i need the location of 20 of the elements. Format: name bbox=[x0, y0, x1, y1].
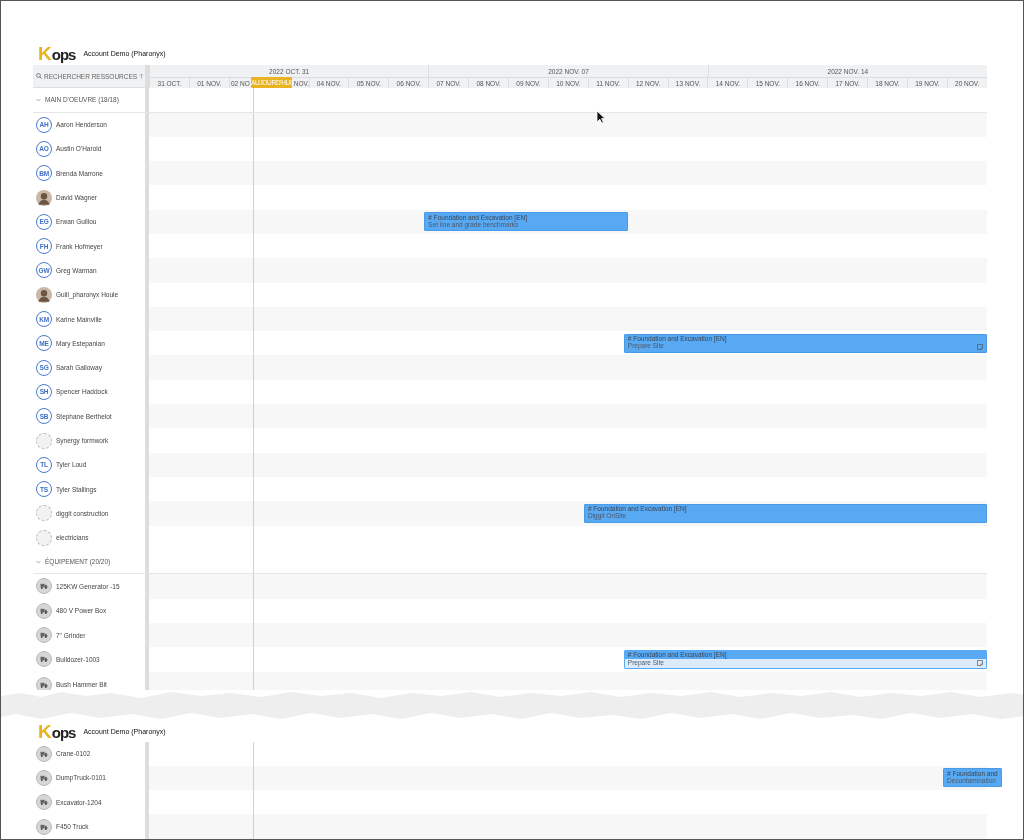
equipment-avatar bbox=[36, 627, 52, 644]
equipment-avatar bbox=[36, 602, 52, 619]
logo: Kops bbox=[38, 722, 76, 742]
avatar-silhouette-icon bbox=[36, 189, 52, 206]
note-icon bbox=[977, 343, 983, 350]
equipment-avatar bbox=[36, 651, 52, 668]
logo: Kops bbox=[38, 43, 76, 63]
note-icon bbox=[977, 660, 983, 667]
avatar-placeholder bbox=[36, 529, 52, 546]
avatar-placeholder bbox=[36, 432, 52, 449]
equipment-avatar bbox=[36, 578, 52, 595]
equipment-avatar bbox=[36, 769, 52, 786]
equipment-avatar bbox=[36, 818, 52, 835]
equipment-avatar bbox=[36, 676, 52, 690]
equipment-avatar bbox=[36, 745, 52, 762]
sort-arrow-icon bbox=[139, 73, 144, 79]
search-icon bbox=[36, 73, 42, 79]
equipment-avatar bbox=[36, 794, 52, 811]
avatar-placeholder bbox=[36, 505, 52, 522]
avatar-silhouette-icon bbox=[36, 286, 52, 303]
